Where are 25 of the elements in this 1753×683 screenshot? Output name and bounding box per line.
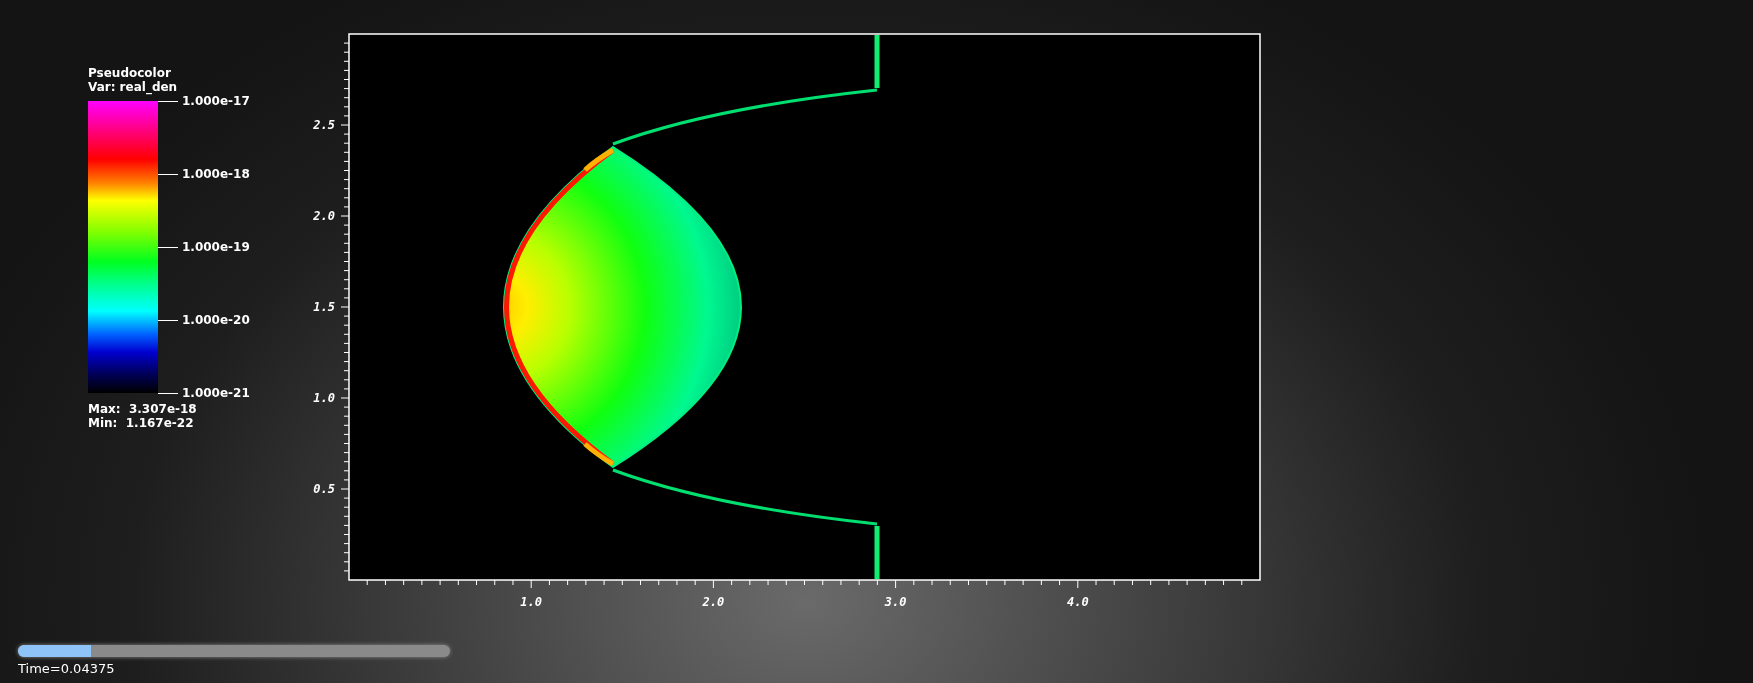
- tick-mark: [158, 246, 178, 248]
- time-slider[interactable]: [18, 645, 450, 657]
- colorbar-tick-label: 1.000e-17: [182, 94, 250, 108]
- min-value: Min: 1.167e-22: [88, 416, 194, 430]
- time-label: Time=0.04375: [18, 661, 115, 676]
- axis-tick-label: 1.0: [313, 391, 335, 405]
- axis-tick-label: 0.5: [313, 482, 335, 496]
- max-value: Max: 3.307e-18: [88, 402, 197, 416]
- tick-mark: [158, 319, 178, 321]
- axis-tick-label: 2.5: [313, 118, 335, 132]
- tick-mark: [158, 100, 178, 102]
- tick-mark: [158, 173, 178, 175]
- colorbar-tick-label: 1.000e-18: [182, 167, 250, 181]
- axis-tick-label: 2.0: [702, 595, 725, 609]
- axis-tick-label: 3.0: [884, 595, 907, 609]
- colorbar-tick-label: 1.000e-19: [182, 240, 250, 254]
- axis-tick-label: 2.0: [313, 209, 335, 223]
- colorbar-tick-label: 1.000e-20: [182, 313, 250, 327]
- axis-tick-label: 1.0: [520, 595, 543, 609]
- tick-mark: [158, 392, 178, 394]
- axis-tick-label: 4.0: [1066, 595, 1089, 609]
- variable-label: Var: real_den: [88, 80, 178, 94]
- axis-tick-label: 1.5: [313, 300, 335, 314]
- legend-title: Pseudocolor: [88, 66, 171, 80]
- colorbar-tick-label: 1.000e-21: [182, 386, 250, 400]
